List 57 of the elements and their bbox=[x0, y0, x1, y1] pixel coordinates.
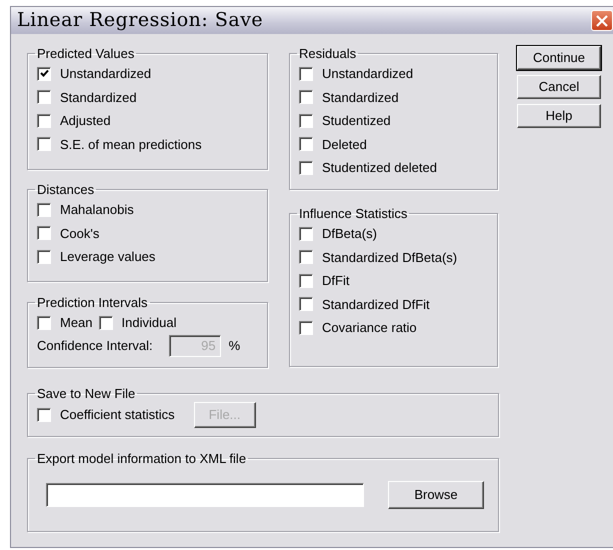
checkbox-label: Individual bbox=[122, 314, 176, 332]
checkbox[interactable] bbox=[299, 250, 313, 264]
group-title: Distances bbox=[36, 183, 96, 196]
checkbox-label: Standardized bbox=[322, 88, 399, 106]
dialog-button[interactable]: Help bbox=[517, 104, 601, 128]
checkbox[interactable] bbox=[37, 250, 51, 264]
checkbox-label: Covariance ratio bbox=[322, 319, 417, 337]
close-button[interactable] bbox=[591, 10, 613, 31]
checkbox[interactable] bbox=[37, 202, 51, 217]
checkbox-label: Leverage values bbox=[60, 248, 156, 266]
group-title: Prediction Intervals bbox=[36, 296, 149, 309]
checkbox[interactable] bbox=[98, 316, 113, 330]
checkbox[interactable] bbox=[299, 226, 313, 241]
checkbox-label: Deleted bbox=[322, 136, 367, 154]
browse-button[interactable]: Browse bbox=[388, 481, 484, 509]
checkbox-label: Unstandardized bbox=[60, 65, 152, 83]
checkbox-label: Coefficient statistics bbox=[60, 406, 175, 424]
checkbox-label: Standardized bbox=[60, 88, 137, 106]
checkbox-label: DfFit bbox=[322, 272, 350, 290]
checkbox-label: Unstandardized bbox=[322, 65, 414, 83]
checkbox[interactable] bbox=[299, 90, 313, 104]
checkbox[interactable] bbox=[37, 66, 51, 81]
field-label: Confidence Interval: bbox=[37, 336, 153, 355]
checkbox-label: Standardized DfBeta(s) bbox=[322, 248, 458, 267]
checkbox[interactable] bbox=[37, 90, 51, 104]
checkbox[interactable] bbox=[299, 320, 313, 335]
checkbox-label: Adjusted bbox=[60, 112, 111, 130]
checkbox[interactable] bbox=[37, 226, 51, 240]
checkbox[interactable] bbox=[37, 316, 51, 330]
dialog-button[interactable]: Continue bbox=[517, 46, 601, 70]
checkbox-label: Studentized deleted bbox=[322, 159, 437, 177]
group-title: Save to New File bbox=[36, 387, 136, 400]
checkbox[interactable] bbox=[37, 137, 51, 152]
checkbox[interactable] bbox=[37, 114, 51, 128]
group-title: Influence Statistics bbox=[298, 207, 408, 220]
checkbox[interactable] bbox=[299, 114, 313, 128]
checkbox[interactable] bbox=[37, 408, 51, 422]
checkbox-label: Mahalanobis bbox=[60, 201, 134, 219]
checkbox[interactable] bbox=[299, 297, 313, 312]
checkbox-label: DfBeta(s) bbox=[322, 225, 377, 243]
checkbox-label: S.E. of mean predictions bbox=[60, 136, 202, 154]
close-icon bbox=[596, 14, 608, 26]
checkbox-label: Mean bbox=[60, 314, 93, 332]
checkbox[interactable] bbox=[299, 160, 313, 175]
checkbox-label: Standardized DfFit bbox=[322, 296, 430, 314]
checkbox-label: Cook's bbox=[60, 224, 100, 242]
checkbox[interactable] bbox=[299, 66, 313, 81]
dialog-button[interactable]: Cancel bbox=[517, 75, 601, 99]
file-path-field[interactable] bbox=[46, 483, 364, 507]
checkbox[interactable] bbox=[299, 137, 313, 152]
group-title: Predicted Values bbox=[36, 47, 136, 60]
window-title: Linear Regression: Save bbox=[17, 8, 264, 34]
checkbox-label: Studentized bbox=[322, 112, 391, 130]
group-title: Export model information to XML file bbox=[36, 452, 248, 465]
checkbox[interactable] bbox=[299, 274, 313, 288]
group-title: Residuals bbox=[298, 47, 358, 60]
percent-label: % bbox=[228, 336, 240, 355]
